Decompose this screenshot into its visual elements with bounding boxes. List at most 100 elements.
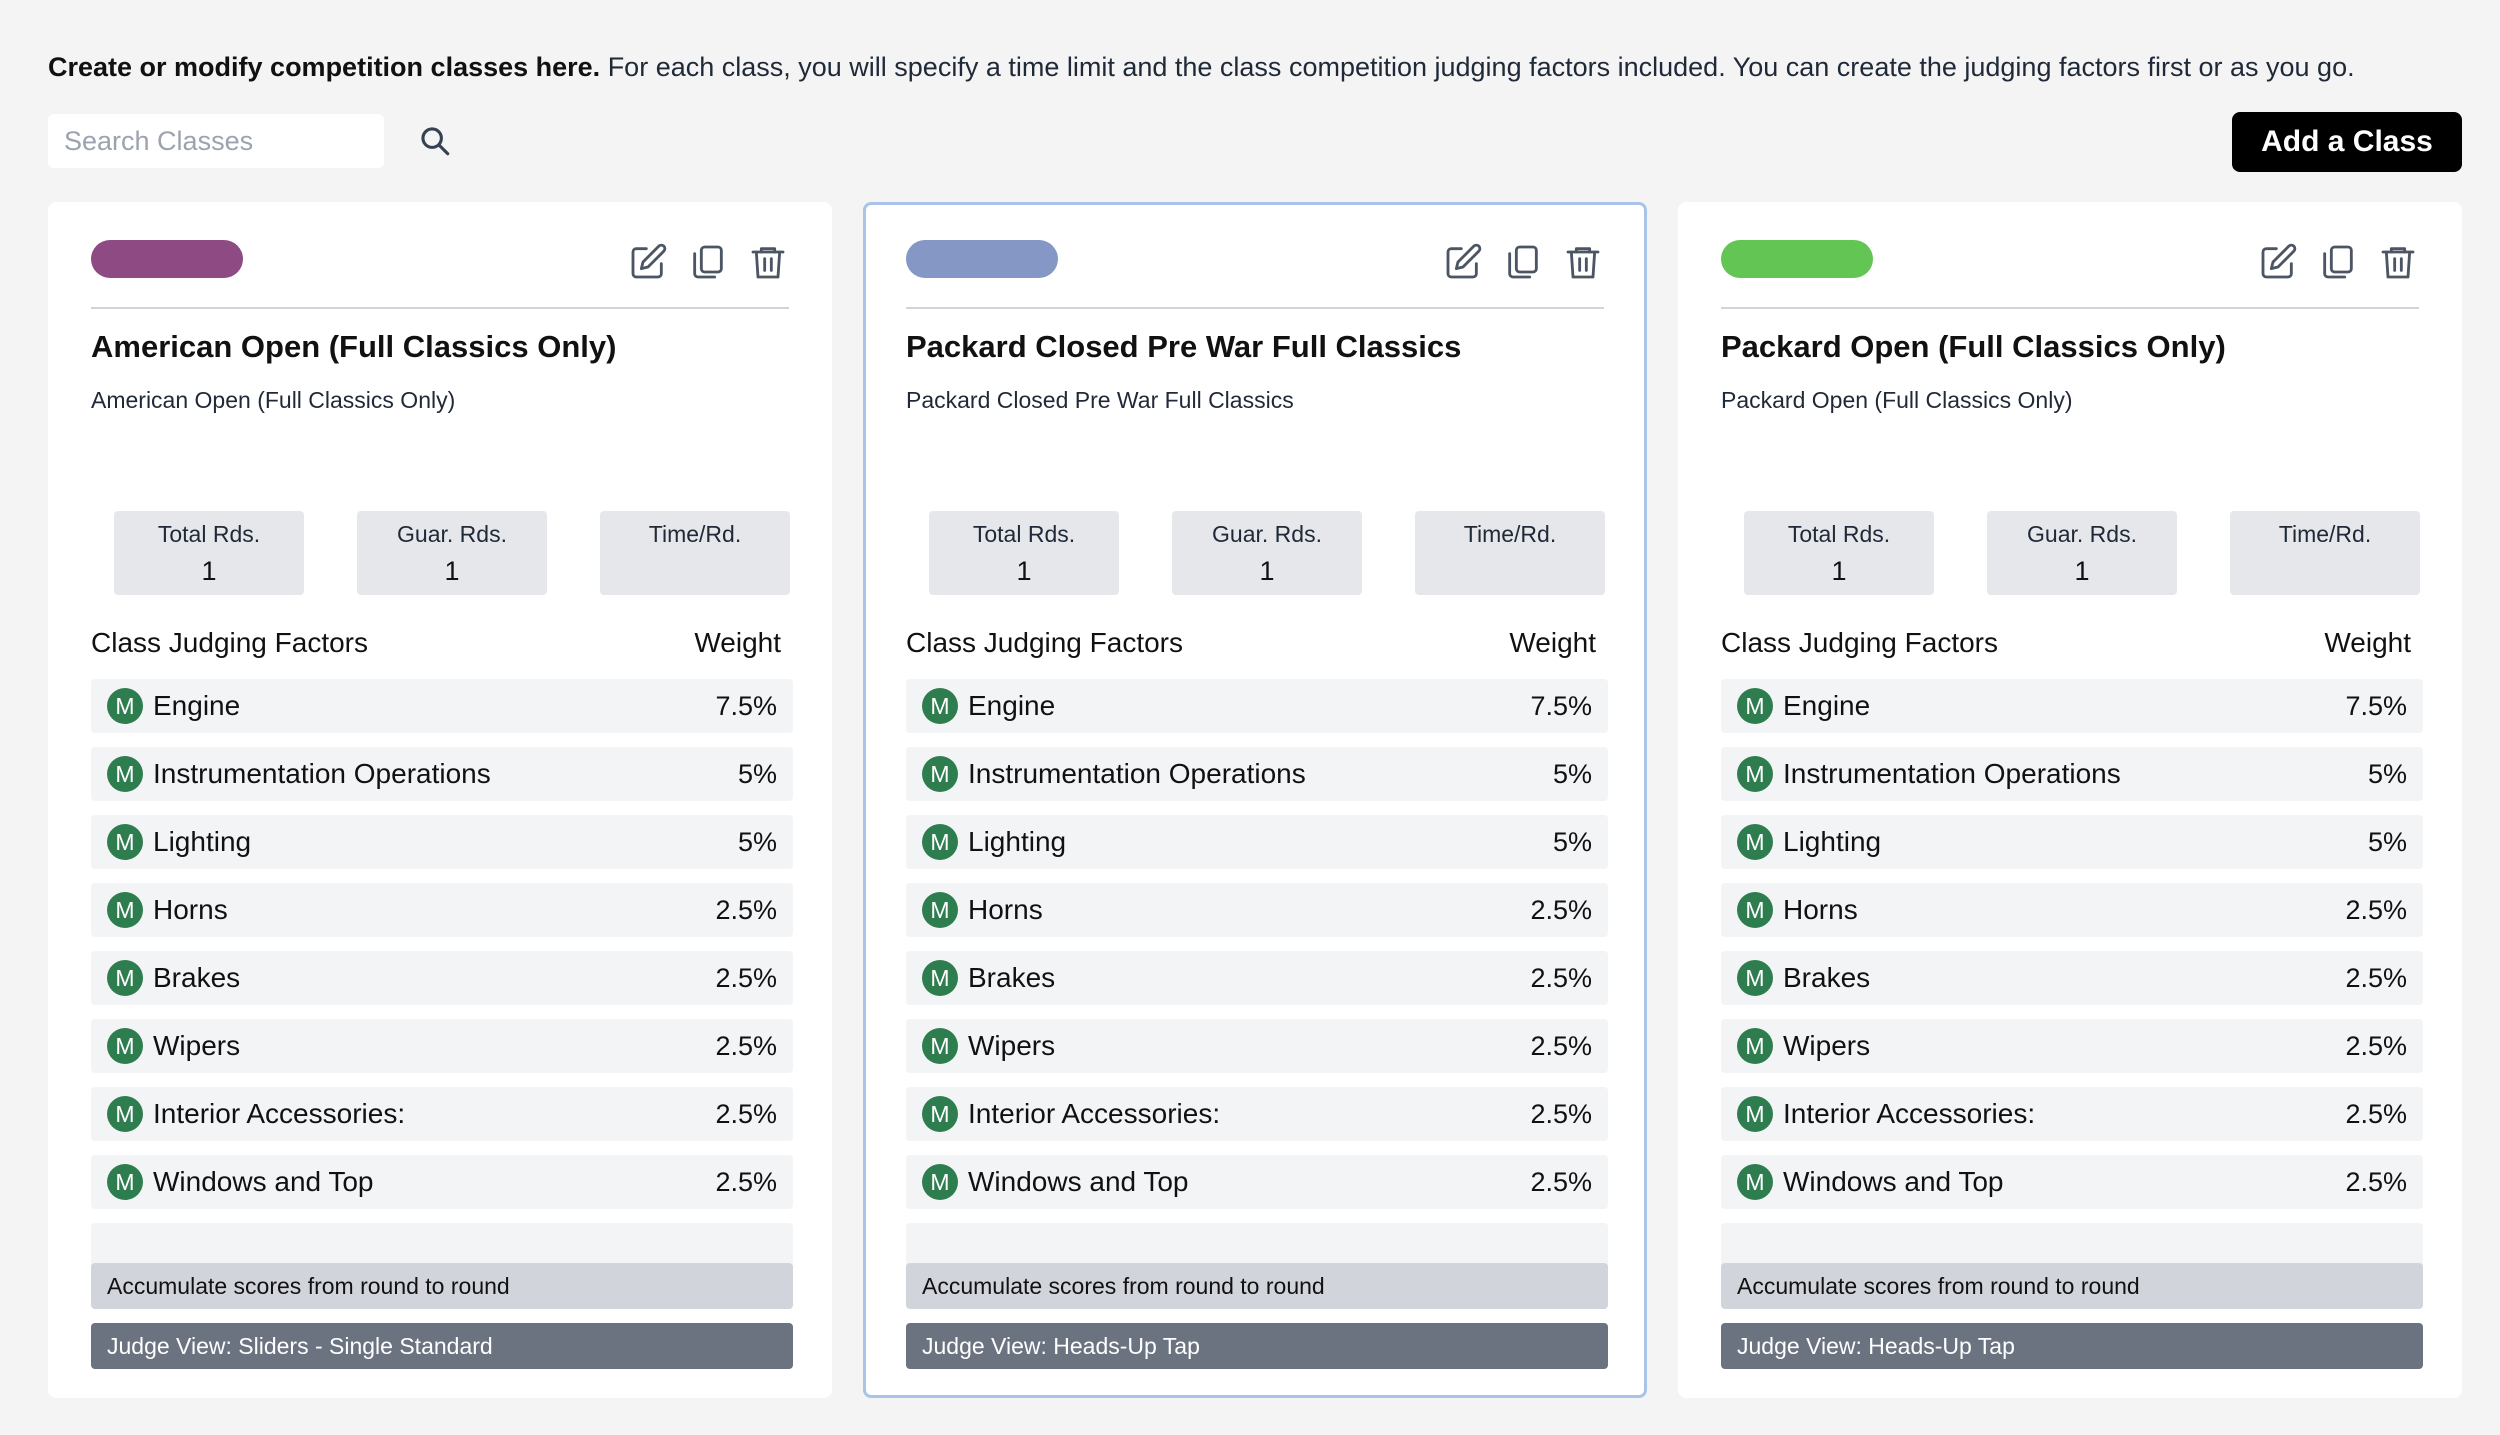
accumulate-scores-toggle[interactable]: Accumulate scores from round to round — [91, 1263, 793, 1309]
edit-icon[interactable] — [1442, 241, 1484, 283]
factor-weight: 5% — [2367, 826, 2407, 857]
factor-row[interactable]: M Wipers 2.5% — [91, 1019, 793, 1073]
factor-row[interactable]: M Interior Accessories: 2.5% — [906, 1087, 1608, 1141]
factor-type-badge: M — [1737, 1028, 1773, 1064]
factor-row[interactable]: M Horns 2.5% — [906, 883, 1608, 937]
class-subtitle: Packard Closed Pre War Full Classics — [906, 387, 1294, 413]
class-card[interactable]: American Open (Full Classics Only) Ameri… — [48, 202, 832, 1398]
judging-factors-list[interactable]: M Engine 7.5% M Instrumentation Operations 5%… — [91, 679, 793, 1431]
factor-row[interactable]: M Engine 7.5% — [906, 679, 1608, 733]
accumulate-scores-toggle[interactable]: Accumulate scores from round to round — [906, 1263, 1608, 1309]
time-per-round-box: Time/Rd. — [2230, 511, 2420, 595]
factor-type-badge: M — [1737, 1096, 1773, 1132]
factor-weight: 2.5% — [715, 1030, 777, 1061]
factor-weight: 7.5% — [715, 690, 777, 721]
factor-row[interactable]: M Engine 7.5% — [1721, 679, 2423, 733]
factor-row[interactable]: M Interior Accessories: 2.5% — [1721, 1087, 2423, 1141]
factor-row[interactable]: M Instrumentation Operations 5% — [91, 747, 793, 801]
factor-type-badge: M — [107, 1164, 143, 1200]
factor-weight: 5% — [1552, 826, 1592, 857]
judging-factors-list[interactable]: M Engine 7.5% M Instrumentation Operations 5%… — [1721, 679, 2423, 1431]
factor-row[interactable]: M Brakes 2.5% — [91, 951, 793, 1005]
factor-name: Interior Accessories: — [153, 1098, 406, 1129]
guaranteed-rounds-value: 1 — [444, 556, 460, 586]
factor-type-badge: M — [922, 824, 958, 860]
factor-name: Lighting — [1783, 826, 1882, 857]
judging-factors-list[interactable]: M Engine 7.5% M Instrumentation Operations 5%… — [906, 679, 1608, 1431]
edit-icon[interactable] — [627, 241, 669, 283]
factor-row[interactable]: M Wipers 2.5% — [1721, 1019, 2423, 1073]
trash-icon[interactable] — [747, 241, 789, 283]
copy-icon[interactable] — [1502, 241, 1544, 283]
card-header — [1721, 205, 2419, 309]
factor-row[interactable]: M Interior Accessories: 2.5% — [91, 1087, 793, 1141]
edit-icon[interactable] — [2257, 241, 2299, 283]
factor-weight: 2.5% — [1530, 1166, 1592, 1197]
copy-icon[interactable] — [2317, 241, 2359, 283]
factor-name: Horns — [968, 894, 1043, 925]
factor-weight: 2.5% — [1530, 962, 1592, 993]
factor-name: Lighting — [968, 826, 1067, 857]
time-per-round-label: Time/Rd. — [2278, 521, 2372, 547]
factor-type-badge: M — [107, 892, 143, 928]
trash-icon[interactable] — [2377, 241, 2419, 283]
class-title: American Open (Full Classics Only) — [91, 329, 617, 364]
factor-name: Windows and Top — [1783, 1166, 2004, 1197]
factor-name: Wipers — [153, 1030, 241, 1061]
accumulate-scores-toggle[interactable]: Accumulate scores from round to round — [1721, 1263, 2423, 1309]
total-rounds-label: Total Rds. — [972, 521, 1076, 547]
search-input[interactable] — [64, 125, 418, 157]
factors-heading: Class Judging Factors — [906, 627, 1184, 658]
factor-row[interactable]: M Lighting 5% — [91, 815, 793, 869]
factor-weight: 5% — [1552, 758, 1592, 789]
class-card[interactable]: Packard Open (Full Classics Only) Packar… — [1678, 202, 2462, 1398]
factor-name: Interior Accessories: — [1783, 1098, 2036, 1129]
factor-row[interactable]: M Windows and Top 2.5% — [91, 1155, 793, 1209]
factors-header: Class Judging Factors Weight — [91, 627, 789, 659]
intro-rest: For each class, you will specify a time … — [600, 52, 2355, 82]
round-stats: Total Rds. 1 Guar. Rds. 1 Time/Rd. — [929, 511, 1605, 595]
class-color-pill — [1721, 240, 1873, 278]
search-box[interactable] — [48, 114, 450, 168]
weight-heading: Weight — [1509, 627, 1596, 658]
factors-heading: Class Judging Factors — [1721, 627, 1999, 658]
class-card[interactable]: Packard Closed Pre War Full Classics Pac… — [863, 202, 1647, 1398]
factor-weight: 2.5% — [2345, 962, 2407, 993]
factor-row[interactable]: M Windows and Top 2.5% — [906, 1155, 1608, 1209]
factor-weight: 2.5% — [715, 962, 777, 993]
factor-row[interactable]: M Lighting 5% — [1721, 815, 2423, 869]
factor-row[interactable]: M Horns 2.5% — [91, 883, 793, 937]
factor-row[interactable]: M Horns 2.5% — [1721, 883, 2423, 937]
factor-type-badge: M — [107, 756, 143, 792]
trash-icon[interactable] — [1562, 241, 1604, 283]
factor-name: Instrumentation Operations — [968, 758, 1306, 789]
copy-icon[interactable] — [687, 241, 729, 283]
factor-weight: 5% — [2367, 758, 2407, 789]
class-title: Packard Open (Full Classics Only) — [1721, 329, 2226, 364]
factor-row[interactable]: M Brakes 2.5% — [906, 951, 1608, 1005]
factor-type-badge: M — [1737, 960, 1773, 996]
factor-weight: 2.5% — [1530, 1098, 1592, 1129]
factor-weight: 7.5% — [2345, 690, 2407, 721]
guaranteed-rounds-label: Guar. Rds. — [397, 521, 507, 547]
search-icon[interactable] — [418, 121, 452, 161]
factor-row[interactable]: M Wipers 2.5% — [906, 1019, 1608, 1073]
judge-view-badge[interactable]: Judge View: Sliders - Single Standard — [91, 1323, 793, 1369]
judge-view-badge[interactable]: Judge View: Heads-Up Tap — [1721, 1323, 2423, 1369]
factor-row[interactable]: M Brakes 2.5% — [1721, 951, 2423, 1005]
factor-name: Engine — [968, 690, 1056, 721]
factor-name: Horns — [1783, 894, 1858, 925]
factor-row[interactable]: M Instrumentation Operations 5% — [906, 747, 1608, 801]
factor-weight: 2.5% — [2345, 1030, 2407, 1061]
factor-row[interactable]: M Windows and Top 2.5% — [1721, 1155, 2423, 1209]
factor-row[interactable]: M Engine 7.5% — [91, 679, 793, 733]
card-header — [91, 205, 789, 309]
guaranteed-rounds-value: 1 — [2074, 556, 2090, 586]
add-class-button[interactable]: Add a Class — [2232, 112, 2462, 172]
class-color-pill — [91, 240, 243, 278]
factor-type-badge: M — [107, 824, 143, 860]
factor-row[interactable]: M Lighting 5% — [906, 815, 1608, 869]
judge-view-badge[interactable]: Judge View: Heads-Up Tap — [906, 1323, 1608, 1369]
factor-weight: 2.5% — [715, 1166, 777, 1197]
factor-row[interactable]: M Instrumentation Operations 5% — [1721, 747, 2423, 801]
